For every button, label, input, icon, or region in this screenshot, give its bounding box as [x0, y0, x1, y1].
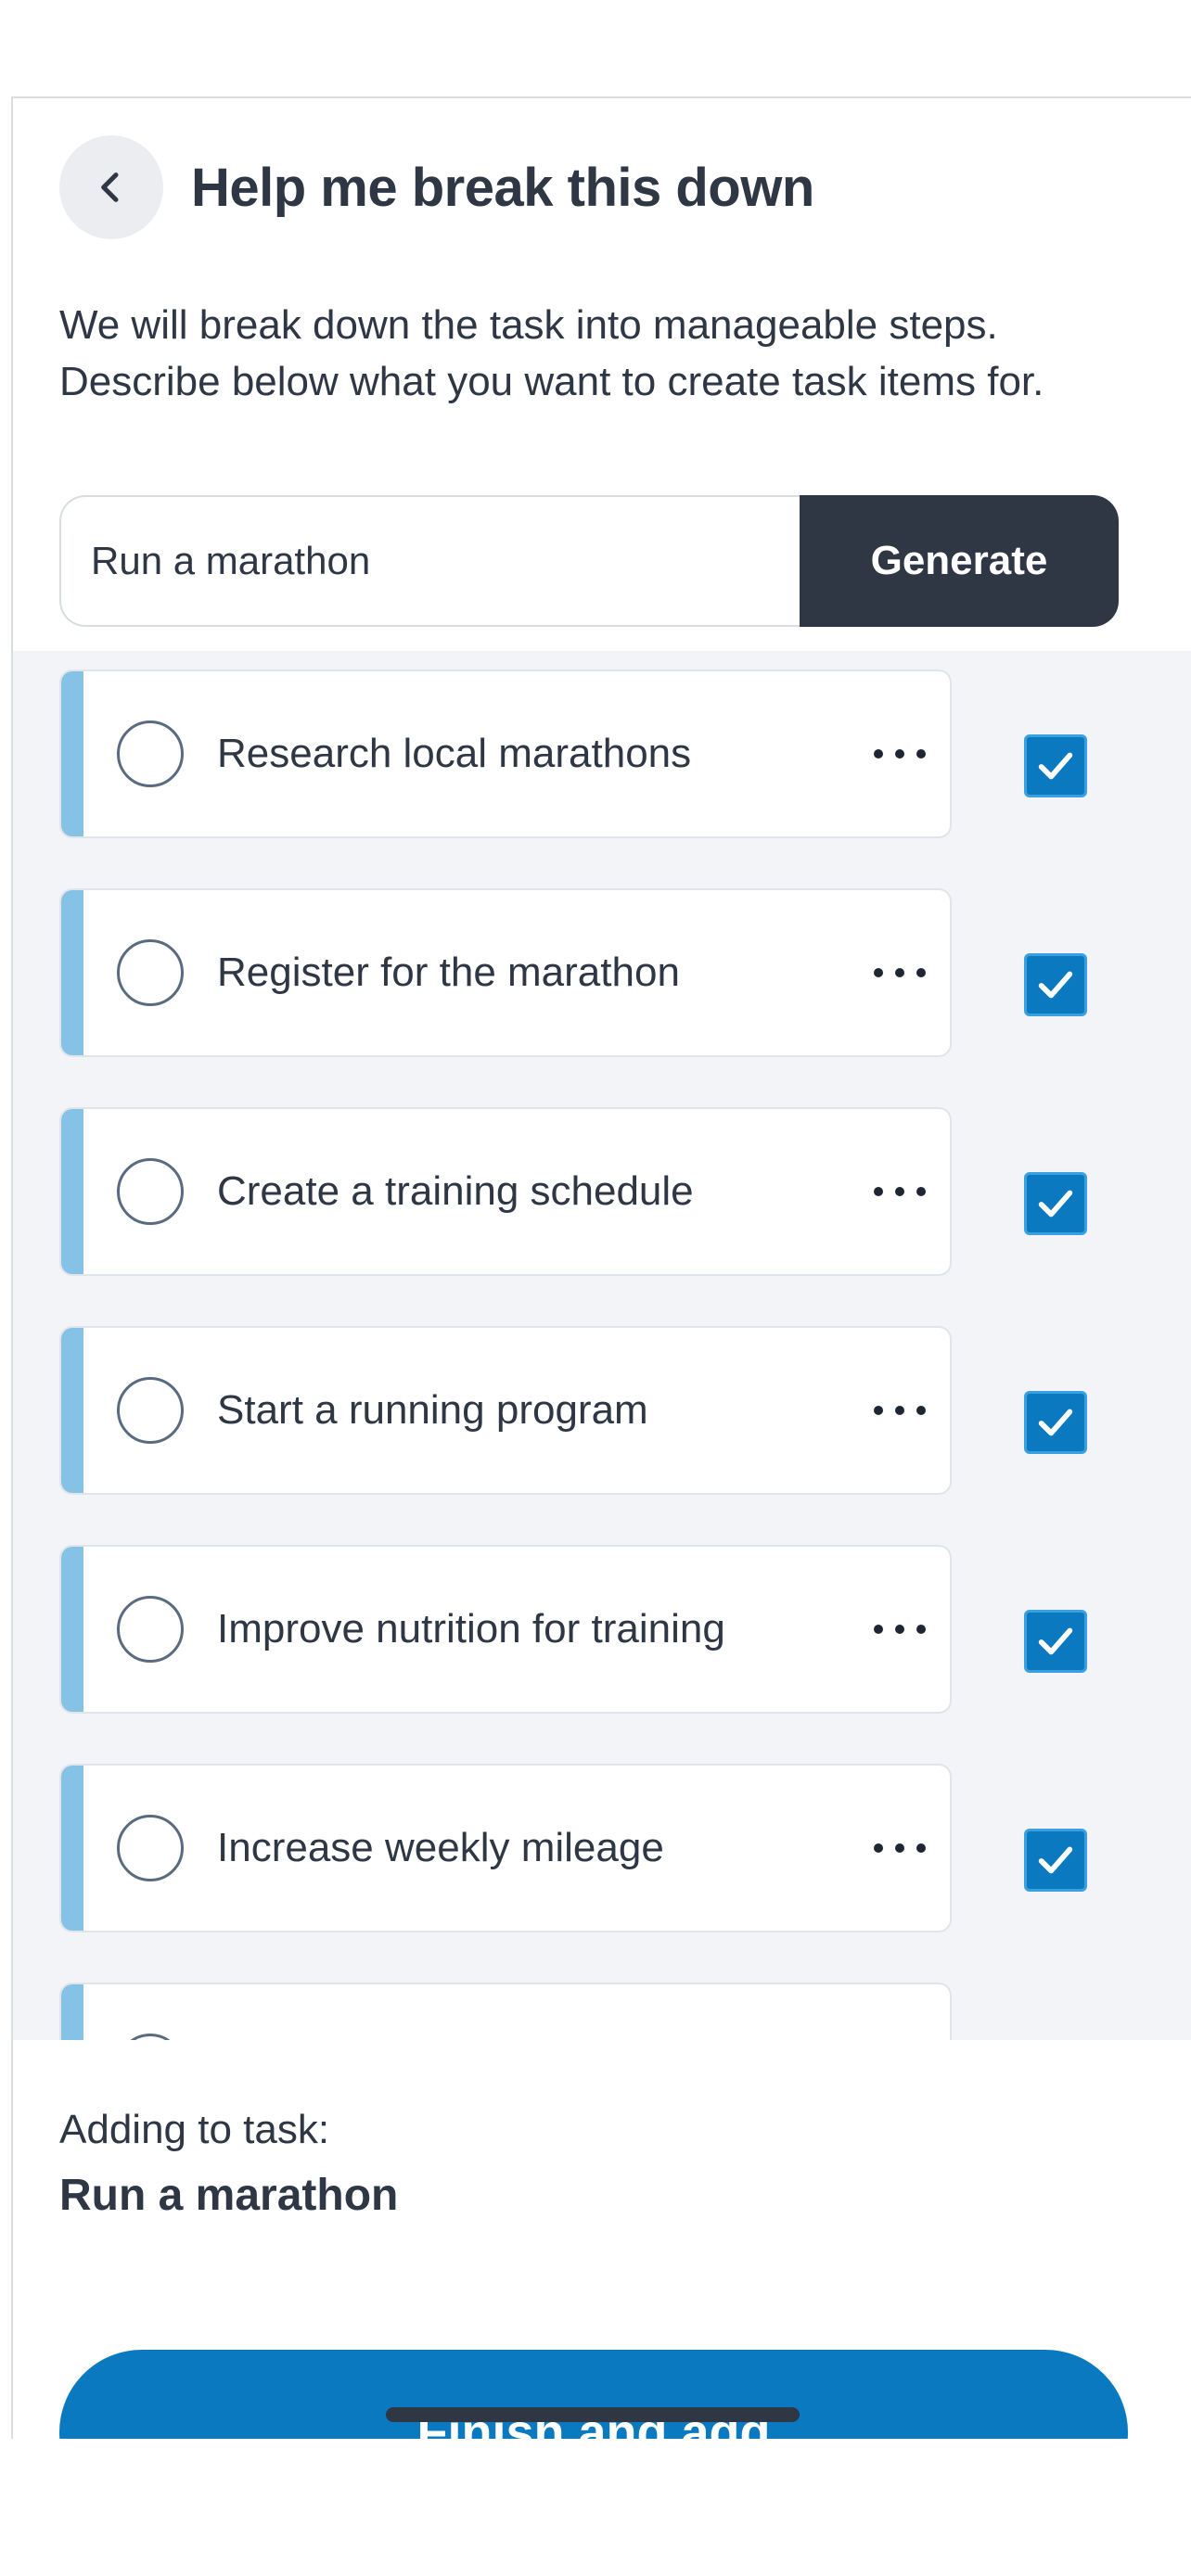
list-item: Create a training schedule — [59, 1107, 1172, 1276]
include-checkbox[interactable] — [1024, 1391, 1087, 1454]
adding-to-label: Adding to task: — [59, 2107, 330, 2152]
complete-circle-icon[interactable] — [117, 1596, 184, 1663]
complete-circle-icon[interactable] — [117, 721, 184, 787]
generate-button[interactable]: Generate — [800, 495, 1119, 627]
chevron-left-icon — [101, 172, 119, 202]
task-card[interactable]: Start a running program — [59, 1326, 952, 1495]
include-checkbox[interactable] — [1024, 953, 1087, 1016]
list-item: Increase weekly mileage — [59, 1764, 1172, 1932]
finish-and-add-button[interactable]: Finish and add — [59, 2350, 1128, 2439]
description-text: We will break down the task into managea… — [59, 302, 1044, 404]
task-item-label: Increase weekly mileage — [217, 1825, 664, 1870]
task-card[interactable] — [59, 1983, 952, 2040]
task-item-label: Improve nutrition for training — [217, 1606, 725, 1651]
breakdown-sheet: Help me break this down We will break do… — [11, 96, 1191, 2439]
card-accent-bar — [61, 1984, 83, 2040]
card-accent-bar — [61, 1328, 83, 1493]
footer: Adding to task: Run a marathon Finish an… — [13, 2040, 1191, 2439]
card-accent-bar — [61, 671, 83, 836]
complete-circle-icon[interactable] — [117, 1377, 184, 1444]
page-title: Help me break this down — [191, 157, 814, 218]
home-indicator[interactable] — [386, 2407, 800, 2422]
checkmark-icon — [1038, 971, 1073, 999]
include-checkbox[interactable] — [1024, 1829, 1087, 1892]
task-input[interactable] — [59, 495, 800, 627]
back-button[interactable] — [59, 135, 163, 239]
adding-to-task-name: Run a marathon — [59, 2171, 399, 2220]
more-options-icon[interactable] — [874, 1392, 926, 1429]
task-input-row: Generate — [59, 495, 1119, 627]
complete-circle-icon[interactable] — [117, 1158, 184, 1225]
more-options-icon[interactable] — [874, 1611, 926, 1648]
more-options-icon[interactable] — [874, 1173, 926, 1210]
task-card[interactable]: Research local marathons — [59, 670, 952, 838]
task-card[interactable]: Create a training schedule — [59, 1107, 952, 1276]
task-item-label: Create a training schedule — [217, 1168, 694, 1214]
task-item-label: Register for the marathon — [217, 950, 680, 995]
task-card[interactable]: Register for the marathon — [59, 888, 952, 1057]
complete-circle-icon[interactable] — [117, 1815, 184, 1881]
include-checkbox[interactable] — [1024, 1610, 1087, 1673]
more-options-icon[interactable] — [874, 954, 926, 991]
checkmark-icon — [1038, 1846, 1073, 1874]
list-item: Register for the marathon — [59, 888, 1172, 1057]
card-accent-bar — [61, 1547, 83, 1712]
checkmark-icon — [1038, 752, 1073, 780]
include-checkbox[interactable] — [1024, 734, 1087, 797]
more-options-icon[interactable] — [874, 1830, 926, 1867]
task-item-list[interactable]: Research local marathons Register for th… — [13, 651, 1191, 2040]
include-checkbox[interactable] — [1024, 1172, 1087, 1235]
task-item-label: Research local marathons — [217, 731, 692, 776]
complete-circle-icon[interactable] — [117, 2034, 184, 2040]
card-accent-bar — [61, 1109, 83, 1274]
task-card[interactable]: Improve nutrition for training — [59, 1545, 952, 1714]
task-card[interactable]: Increase weekly mileage — [59, 1764, 952, 1932]
list-item: Start a running program — [59, 1326, 1172, 1495]
checkmark-icon — [1038, 1409, 1073, 1436]
checkmark-icon — [1038, 1190, 1073, 1218]
header: Help me break this down — [59, 134, 814, 241]
list-item: Research local marathons — [59, 670, 1172, 838]
more-options-icon[interactable] — [874, 735, 926, 772]
task-item-label: Start a running program — [217, 1387, 648, 1433]
list-item — [59, 1983, 1172, 2040]
complete-circle-icon[interactable] — [117, 939, 184, 1006]
card-accent-bar — [61, 1766, 83, 1931]
checkmark-icon — [1038, 1627, 1073, 1655]
list-item: Improve nutrition for training — [59, 1545, 1172, 1714]
card-accent-bar — [61, 890, 83, 1055]
